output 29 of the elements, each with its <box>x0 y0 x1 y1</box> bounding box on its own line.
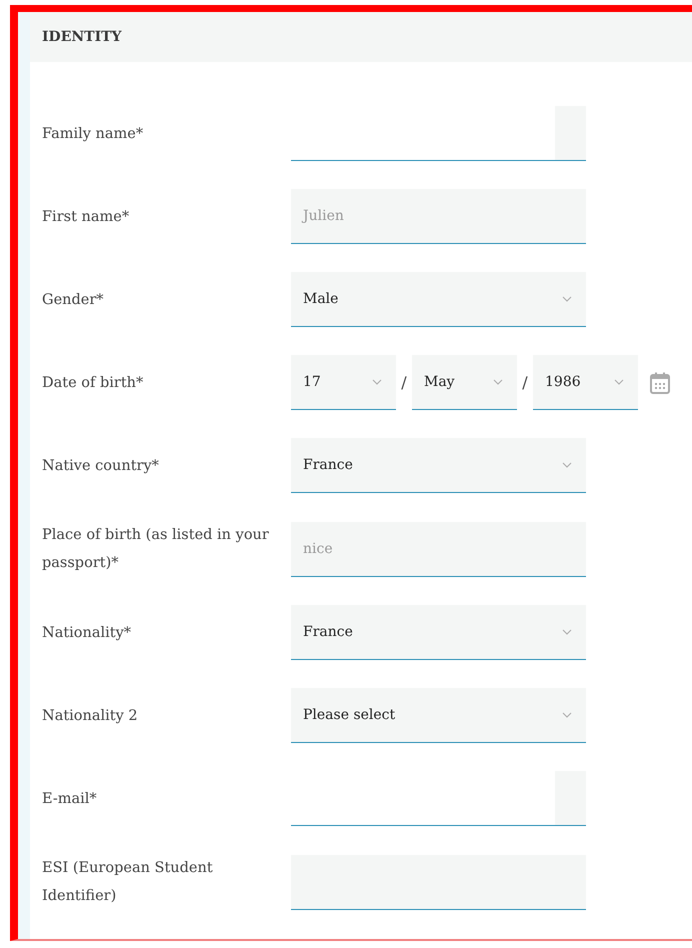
field-label: Nationality 2 <box>42 706 139 726</box>
dropdown[interactable]: 1986 <box>533 355 638 410</box>
field-label: Gender* <box>42 290 105 310</box>
calendar-icon[interactable] <box>650 372 670 394</box>
chevron-down-icon <box>562 712 572 718</box>
field-label: First name* <box>42 208 130 226</box>
field-label: Family name* <box>42 124 144 144</box>
field-label: E-mail* <box>42 790 98 808</box>
field-label: Native country* <box>42 456 160 476</box>
field-label: Date of birth* <box>42 374 144 392</box>
dropdown[interactable]: May <box>412 355 517 410</box>
dropdown[interactable]: 17 <box>291 355 396 410</box>
field-label: ESI (European Student Identifier) <box>42 859 214 906</box>
date-separator: / <box>521 373 529 392</box>
chevron-down-icon <box>614 379 624 385</box>
dropdown[interactable]: France <box>291 438 586 493</box>
field-label: Place of birth (as listed in your passport)* <box>42 526 270 573</box>
text-field[interactable] <box>291 854 586 910</box>
dropdown[interactable]: France <box>291 605 586 660</box>
dropdown[interactable]: Please select <box>291 688 586 743</box>
chevron-down-icon <box>562 296 572 302</box>
chevron-down-icon <box>562 629 572 635</box>
field-label: Nationality* <box>42 624 132 642</box>
date-separator: / <box>400 373 408 392</box>
section-title: IDENTITY <box>42 29 122 45</box>
chevron-down-icon <box>372 379 382 385</box>
chevron-down-icon <box>493 379 503 385</box>
chevron-down-icon <box>562 462 572 468</box>
dropdown[interactable]: Male <box>291 272 586 327</box>
